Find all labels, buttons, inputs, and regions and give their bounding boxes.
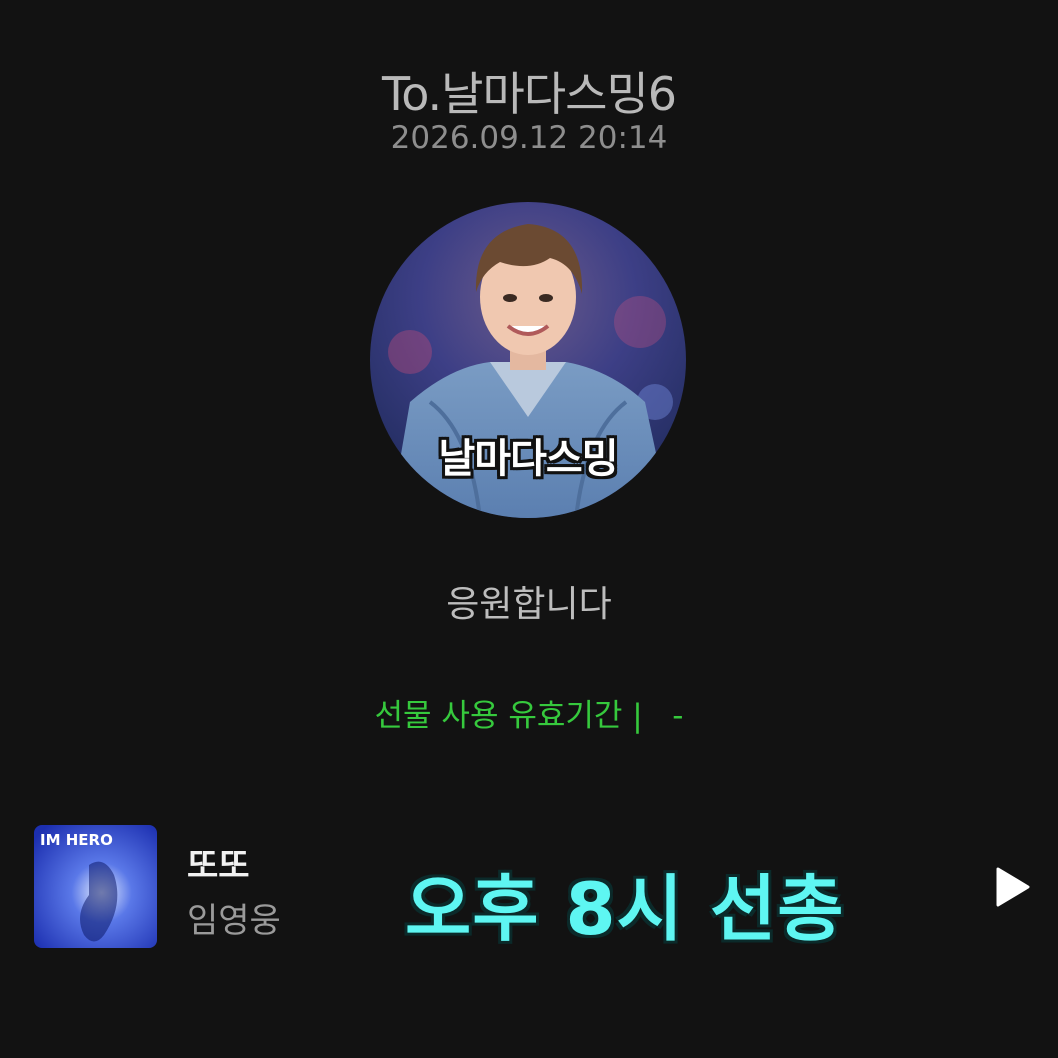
overlay-caption: 오후 8시 선총 [405, 867, 845, 951]
song-artist: 임영웅 [187, 901, 281, 941]
play-icon [996, 867, 1030, 907]
recipient-title: To.날마다스밍6 [381, 67, 677, 121]
profile-avatar[interactable]: 날마다스밍 [370, 202, 686, 518]
gift-validity-period: 선물 사용 유효기간 | - [374, 698, 684, 734]
play-button[interactable] [992, 866, 1032, 908]
album-title-text: IM HERO [40, 831, 113, 849]
album-art: IM HERO [34, 825, 157, 948]
support-message: 응원합니다 [446, 584, 612, 625]
gift-message-screen: To.날마다스밍6 2026.09.12 20:14 날마다스밍 응원합니다 선… [0, 0, 1058, 1058]
avatar-caption: 날마다스밍 [438, 436, 619, 482]
song-title: 또또 [187, 846, 250, 886]
sent-datetime: 2026.09.12 20:14 [390, 120, 668, 156]
album-cover[interactable]: IM HERO [34, 825, 157, 948]
